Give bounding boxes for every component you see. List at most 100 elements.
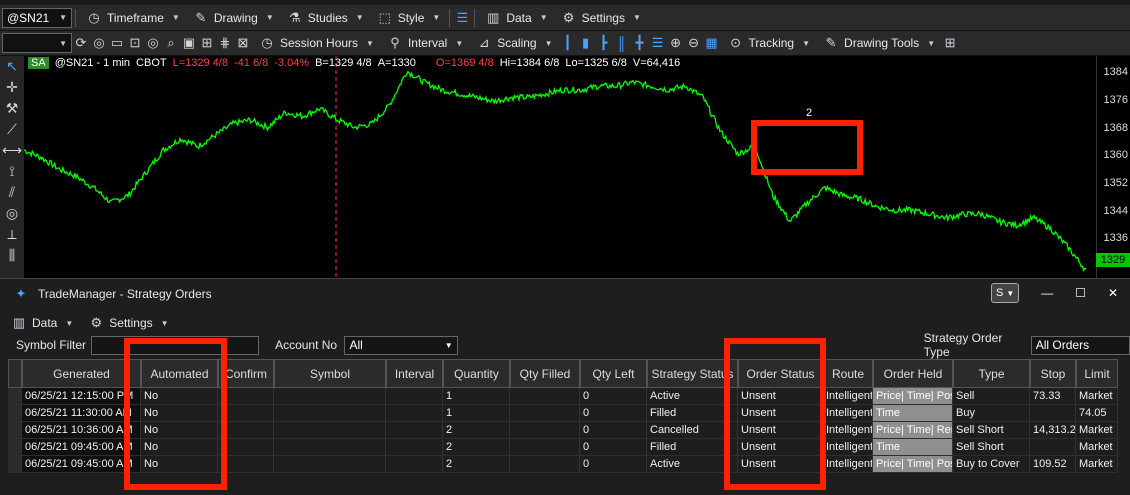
col-type[interactable]: Type bbox=[953, 359, 1030, 388]
bid-price: B=1329 4/8 bbox=[315, 57, 372, 69]
timeframe-menu[interactable]: ◷ Timeframe ▼ bbox=[79, 7, 186, 29]
chevron-down-icon: ▼ bbox=[444, 340, 453, 350]
lock-icon[interactable]: ⊞ bbox=[198, 35, 216, 51]
price-axis[interactable]: 1384 1376 1368 1360 1352 1344 1336 bbox=[1096, 56, 1130, 278]
refresh-icon[interactable]: ⟳ bbox=[72, 35, 90, 51]
drawing-tools-menu[interactable]: ✎ Drawing Tools ▼ bbox=[816, 32, 941, 54]
window-icon[interactable]: ▭ bbox=[108, 35, 126, 51]
col-qty-left[interactable]: Qty Left bbox=[580, 359, 647, 388]
layout-icon[interactable]: ☰ bbox=[649, 35, 667, 51]
bar-chart-icon: ▥ bbox=[12, 315, 26, 330]
row-selector[interactable] bbox=[8, 456, 22, 473]
cycle-icon[interactable]: ◎ bbox=[6, 205, 18, 221]
cell-quantity: 2 bbox=[443, 422, 510, 439]
pointer-icon[interactable]: ↖ bbox=[6, 58, 18, 74]
search-icon[interactable]: ⌕ bbox=[162, 35, 180, 51]
trademanager-titlebar: ✦ TradeManager - Strategy Orders bbox=[0, 279, 1130, 309]
col-route[interactable]: Route bbox=[823, 359, 873, 388]
save-icon[interactable]: ▣ bbox=[180, 35, 198, 51]
settings-label: Settings bbox=[581, 10, 625, 25]
maximize-icon[interactable]: ☐ bbox=[1075, 286, 1086, 300]
symbol-selector[interactable]: @SN21 ▼ bbox=[2, 7, 72, 28]
histogram-icon[interactable]: ║ bbox=[613, 36, 631, 51]
cell-qty-filled bbox=[510, 405, 580, 422]
cycle-icon[interactable]: ◎ bbox=[144, 35, 162, 51]
layout-icon[interactable]: ☰ bbox=[453, 10, 471, 26]
row-selector[interactable] bbox=[8, 388, 22, 405]
tm-data-menu[interactable]: ▥ Data ▼ bbox=[10, 312, 73, 334]
channel-icon[interactable]: ⫽ bbox=[9, 184, 15, 200]
strategy-type-select[interactable]: All Orders bbox=[1030, 335, 1130, 355]
bar-style-icon[interactable]: ┃ bbox=[559, 35, 577, 51]
cell-quantity: 2 bbox=[443, 456, 510, 473]
tracking-menu[interactable]: ⊙ Tracking ▼ bbox=[721, 32, 817, 54]
price-chart[interactable]: 2 bbox=[24, 56, 1096, 278]
style-menu[interactable]: ⬚ Style ▼ bbox=[370, 7, 447, 29]
expand-icon[interactable]: ⊠ bbox=[234, 35, 252, 51]
account-select[interactable]: All ▼ bbox=[344, 335, 458, 355]
col-quantity[interactable]: Quantity bbox=[443, 359, 510, 388]
col-stop[interactable]: Stop bbox=[1030, 359, 1076, 388]
chevron-down-icon: ▼ bbox=[355, 13, 364, 22]
zoom-in-icon[interactable]: ⊕ bbox=[667, 35, 685, 51]
minimize-icon[interactable]: — bbox=[1041, 286, 1053, 300]
cell-symbol bbox=[274, 439, 386, 456]
cell-limit: Market bbox=[1076, 439, 1118, 456]
chevron-down-icon: ▼ bbox=[265, 13, 274, 22]
price-tick: 1344 bbox=[1103, 205, 1128, 217]
data-menu[interactable]: ▥ Data ▼ bbox=[478, 7, 553, 29]
row-selector[interactable] bbox=[8, 405, 22, 422]
main-toolbar: @SN21 ▼ ◷ Timeframe ▼ ✎ Drawing ▼ ⚗ Studies ▼ ⬚… bbox=[0, 5, 1130, 31]
scaling-menu[interactable]: ⊿ Scaling ▼ bbox=[469, 32, 558, 54]
low-price: Lo=1325 6/8 bbox=[565, 57, 627, 69]
style-label: Style bbox=[397, 10, 425, 25]
net-change: -41 6/8 bbox=[233, 57, 269, 69]
trendline-icon[interactable]: ⟋ bbox=[7, 121, 17, 137]
row-selector[interactable] bbox=[8, 422, 22, 439]
cell-interval bbox=[386, 388, 443, 405]
add-window-icon[interactable]: ⊞ bbox=[941, 35, 959, 51]
zoom-out-icon[interactable]: ⊖ bbox=[685, 35, 703, 51]
crosshair-icon[interactable]: ✛ bbox=[6, 79, 18, 95]
cell-qty-left: 0 bbox=[580, 456, 647, 473]
col-symbol[interactable]: Symbol bbox=[274, 359, 386, 388]
cell-symbol bbox=[274, 456, 386, 473]
candle-style-icon[interactable]: ▮ bbox=[577, 35, 595, 51]
cycle-icon[interactable]: ◎ bbox=[90, 35, 108, 51]
line-style-icon[interactable]: ╋ bbox=[631, 35, 649, 51]
row-selector[interactable] bbox=[8, 439, 22, 456]
cell-route: Intelligent bbox=[823, 405, 873, 422]
volume: V=64,416 bbox=[632, 57, 681, 69]
cell-symbol bbox=[274, 405, 386, 422]
tracking-icon: ⊙ bbox=[730, 35, 741, 50]
col-limit[interactable]: Limit bbox=[1076, 359, 1118, 388]
account-value: All bbox=[349, 338, 363, 352]
settings-menu[interactable]: ⚙ Settings ▼ bbox=[554, 7, 647, 29]
grid-icon[interactable]: ⋕ bbox=[216, 35, 234, 51]
style-icon: ⬚ bbox=[378, 9, 391, 25]
cell-qty-left: 0 bbox=[580, 405, 647, 422]
close-icon[interactable]: ✕ bbox=[1108, 286, 1118, 300]
studies-menu[interactable]: ⚗ Studies ▼ bbox=[280, 7, 370, 29]
price-tick: 1384 bbox=[1103, 66, 1128, 78]
cell-symbol bbox=[274, 388, 386, 405]
interval-selector[interactable]: ▼ bbox=[2, 33, 72, 53]
col-qty-filled[interactable]: Qty Filled bbox=[510, 359, 580, 388]
cell-order-held: Time bbox=[873, 439, 953, 456]
session-hours-menu[interactable]: ◷ Session Hours ▼ bbox=[252, 32, 380, 54]
interval-menu[interactable]: ⚲ Interval ▼ bbox=[380, 32, 469, 54]
col-order-held[interactable]: Order Held bbox=[873, 359, 953, 388]
col-interval[interactable]: Interval bbox=[386, 359, 443, 388]
bars-icon[interactable]: ⫼ bbox=[9, 247, 15, 263]
zoom-area-icon[interactable]: ⊡ bbox=[126, 35, 144, 51]
vertical-line-icon[interactable]: ⟟ bbox=[9, 163, 14, 179]
horizontal-line-icon[interactable]: ⟷ bbox=[2, 142, 22, 158]
ohlc-style-icon[interactable]: ┣ bbox=[595, 35, 613, 51]
wrench-icon[interactable]: ⚒ bbox=[6, 100, 19, 116]
drawing-menu[interactable]: ✎ Drawing ▼ bbox=[186, 7, 280, 29]
grid-view-icon[interactable]: ▦ bbox=[703, 35, 721, 51]
tm-settings-menu[interactable]: ⚙ Settings ▼ bbox=[87, 312, 168, 334]
cell-interval bbox=[386, 405, 443, 422]
s-button[interactable]: S ▼ bbox=[991, 283, 1020, 303]
ruler-icon[interactable]: ⟂ bbox=[7, 226, 16, 242]
